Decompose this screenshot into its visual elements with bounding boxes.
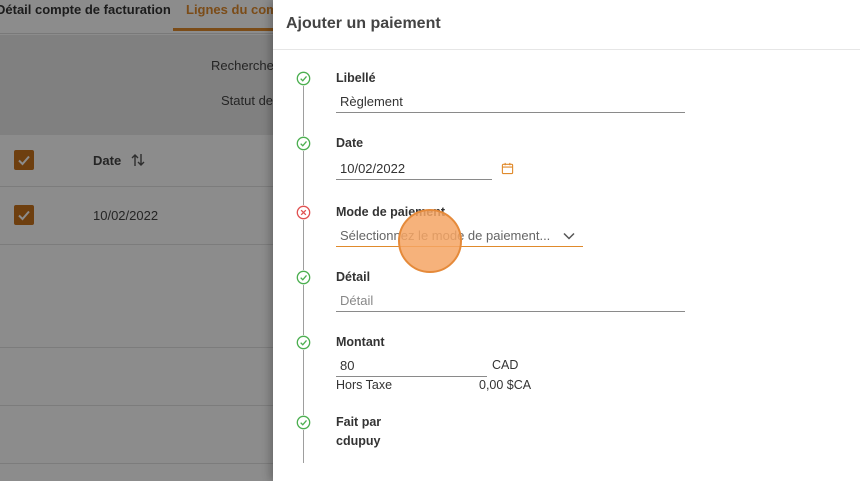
dialog-title: Ajouter un paiement [286,15,441,32]
check-circle-icon [296,71,311,86]
date-label: Date [336,136,364,150]
calendar-icon[interactable] [501,162,514,175]
date-input[interactable]: 10/02/2022 [336,158,492,180]
libelle-input[interactable]: Règlement [336,91,685,113]
check-circle-icon [296,335,311,350]
hors-taxe-label: Hors Taxe [336,378,393,392]
dialog-header: Ajouter un paiement [273,0,860,50]
click-indicator [398,209,462,273]
fait-par-label: Fait par [336,415,382,429]
check-circle-icon [296,415,311,430]
check-circle-icon [296,270,311,285]
fait-par-value: cdupuy [336,434,381,448]
add-payment-dialog: Ajouter un paiement Libellé Règlement Da… [273,0,860,481]
libelle-label: Libellé [336,71,376,85]
montant-input[interactable]: 80 [336,355,487,377]
error-circle-icon [296,205,311,220]
detail-label: Détail [336,270,371,284]
check-circle-icon [296,136,311,151]
chevron-down-icon [563,232,575,240]
detail-input[interactable]: Détail [336,290,685,312]
currency-label: CAD [492,358,519,372]
hors-taxe-value: 0,00 $CA [479,378,532,392]
montant-label: Montant [336,335,385,349]
